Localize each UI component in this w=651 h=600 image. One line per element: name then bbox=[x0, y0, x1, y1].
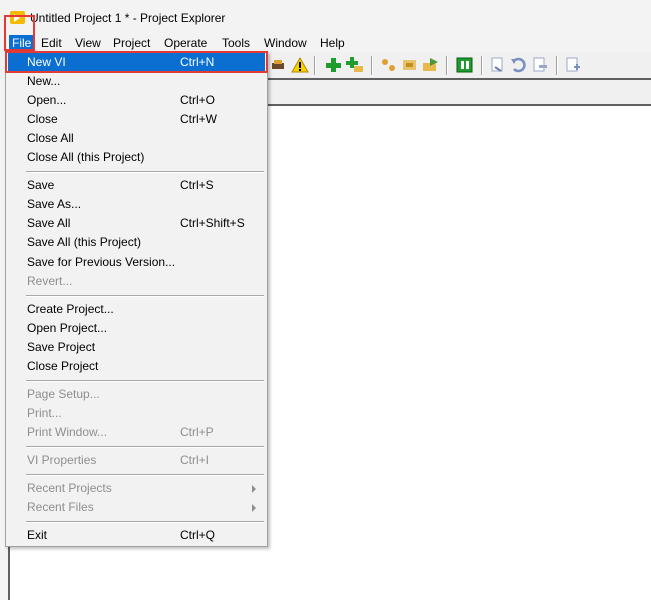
menu-separator bbox=[26, 474, 264, 476]
menu-item-vi-properties: VI Properties Ctrl+I bbox=[27, 453, 210, 467]
menu-item-save-project[interactable]: Save Project bbox=[8, 338, 265, 357]
toolbar-separator bbox=[481, 56, 483, 75]
menu-bar: File Edit View Project Operate Tools Win… bbox=[0, 34, 651, 52]
menu-help[interactable]: Help bbox=[317, 35, 348, 51]
add-icon[interactable] bbox=[325, 57, 343, 73]
menu-item-recent-files: Recent Files bbox=[8, 498, 265, 517]
window-title: Untitled Project 1 * - Project Explorer bbox=[30, 11, 226, 25]
menu-item-save-previous-version[interactable]: Save for Previous Version... bbox=[8, 253, 265, 272]
menu-item-recent-projects: Recent Projects bbox=[8, 479, 265, 498]
menu-item-print-window: Print Window... Ctrl+P bbox=[27, 425, 214, 439]
menu-item-create-project[interactable]: Create Project... bbox=[8, 300, 265, 319]
menu-item-close[interactable]: Close Ctrl+W bbox=[8, 110, 265, 129]
menu-item-print: Print... bbox=[27, 406, 62, 420]
menu-separator bbox=[26, 295, 264, 297]
menu-item-revert: Revert... bbox=[27, 274, 73, 288]
menu-item-close-project[interactable]: Close Project bbox=[8, 357, 265, 376]
menu-item-close-all[interactable]: Close All bbox=[8, 129, 265, 148]
menu-separator bbox=[26, 380, 264, 382]
menu-item-new-vi[interactable]: New VI Ctrl+N bbox=[8, 53, 265, 72]
new-vi-icon[interactable] bbox=[564, 57, 582, 73]
menu-separator bbox=[26, 521, 264, 523]
menu-item-save-all[interactable]: Save All Ctrl+Shift+S bbox=[8, 214, 265, 233]
menu-file[interactable]: File bbox=[9, 35, 35, 51]
menu-item-save-all-project[interactable]: Save All (this Project) bbox=[8, 233, 265, 252]
toolbar-separator bbox=[556, 56, 558, 75]
menu-separator bbox=[26, 446, 264, 448]
menu-item-page-setup: Page Setup... bbox=[27, 387, 100, 401]
menu-separator bbox=[26, 171, 264, 173]
tools-icon[interactable] bbox=[270, 57, 288, 73]
toolbar-separator bbox=[314, 56, 316, 75]
toolbar-separator bbox=[446, 56, 448, 75]
deploy-icon[interactable] bbox=[422, 57, 440, 73]
menu-item-open-project[interactable]: Open Project... bbox=[8, 319, 265, 338]
menu-item-close-all-project[interactable]: Close All (this Project) bbox=[8, 148, 265, 167]
properties-icon[interactable] bbox=[489, 57, 507, 73]
undo-icon[interactable] bbox=[510, 57, 528, 73]
build-icon[interactable] bbox=[380, 57, 398, 73]
labview-project-icon bbox=[10, 11, 25, 24]
menu-item-new[interactable]: New... bbox=[8, 72, 265, 91]
menu-tools[interactable]: Tools bbox=[219, 35, 253, 51]
toolbar-separator bbox=[371, 56, 373, 75]
menu-project[interactable]: Project bbox=[110, 35, 153, 51]
menu-edit[interactable]: Edit bbox=[38, 35, 65, 51]
title-bar: Untitled Project 1 * - Project Explorer bbox=[0, 0, 651, 34]
submenu-arrow-icon bbox=[252, 485, 256, 493]
build-all-icon[interactable] bbox=[401, 57, 419, 73]
target-icon[interactable] bbox=[456, 57, 474, 73]
menu-window[interactable]: Window bbox=[261, 35, 310, 51]
menu-operate[interactable]: Operate bbox=[161, 35, 210, 51]
menu-item-open[interactable]: Open... Ctrl+O bbox=[8, 91, 265, 110]
menu-view[interactable]: View bbox=[72, 35, 104, 51]
submenu-arrow-icon bbox=[252, 504, 256, 512]
menu-item-save[interactable]: Save Ctrl+S bbox=[8, 176, 265, 195]
redo-icon[interactable] bbox=[531, 57, 549, 73]
add-folder-icon[interactable] bbox=[346, 57, 364, 73]
file-menu-dropdown: New VI Ctrl+N New... Open... Ctrl+O Clos… bbox=[5, 51, 268, 547]
warning-icon[interactable] bbox=[291, 57, 309, 73]
menu-item-save-as[interactable]: Save As... bbox=[8, 195, 265, 214]
menu-item-exit[interactable]: Exit Ctrl+Q bbox=[8, 526, 265, 545]
